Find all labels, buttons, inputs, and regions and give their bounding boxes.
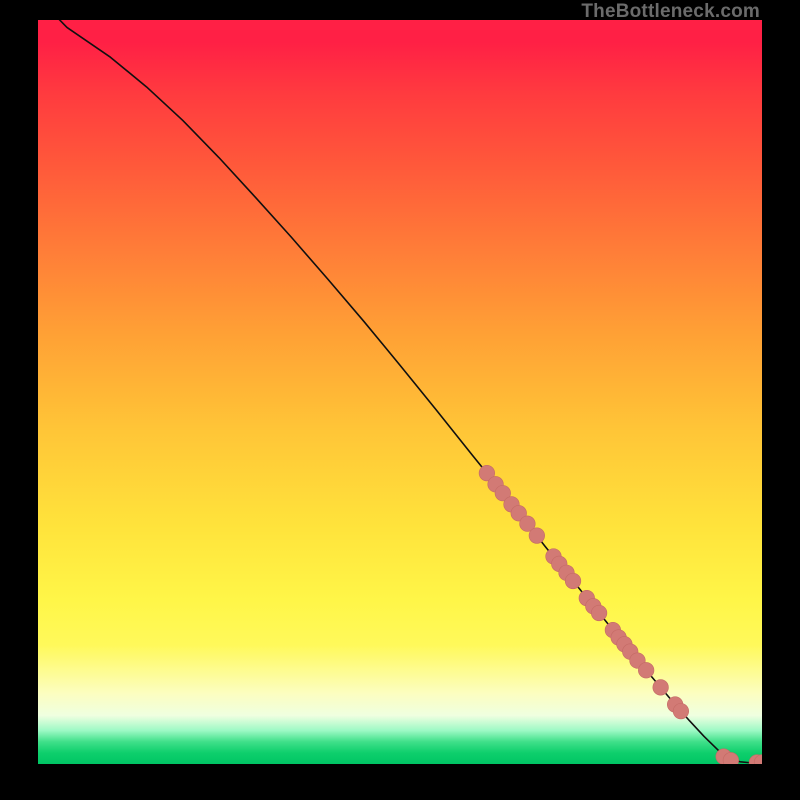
data-dot xyxy=(638,662,654,678)
curve-line xyxy=(38,20,762,763)
plot-area xyxy=(38,20,762,764)
data-dots xyxy=(479,465,762,764)
data-dot xyxy=(591,605,607,621)
chart-svg xyxy=(38,20,762,764)
data-dot xyxy=(653,680,669,696)
data-dot xyxy=(673,703,689,719)
chart-stage: TheBottleneck.com xyxy=(0,0,800,800)
data-dot xyxy=(565,573,581,589)
data-dot xyxy=(529,528,545,544)
